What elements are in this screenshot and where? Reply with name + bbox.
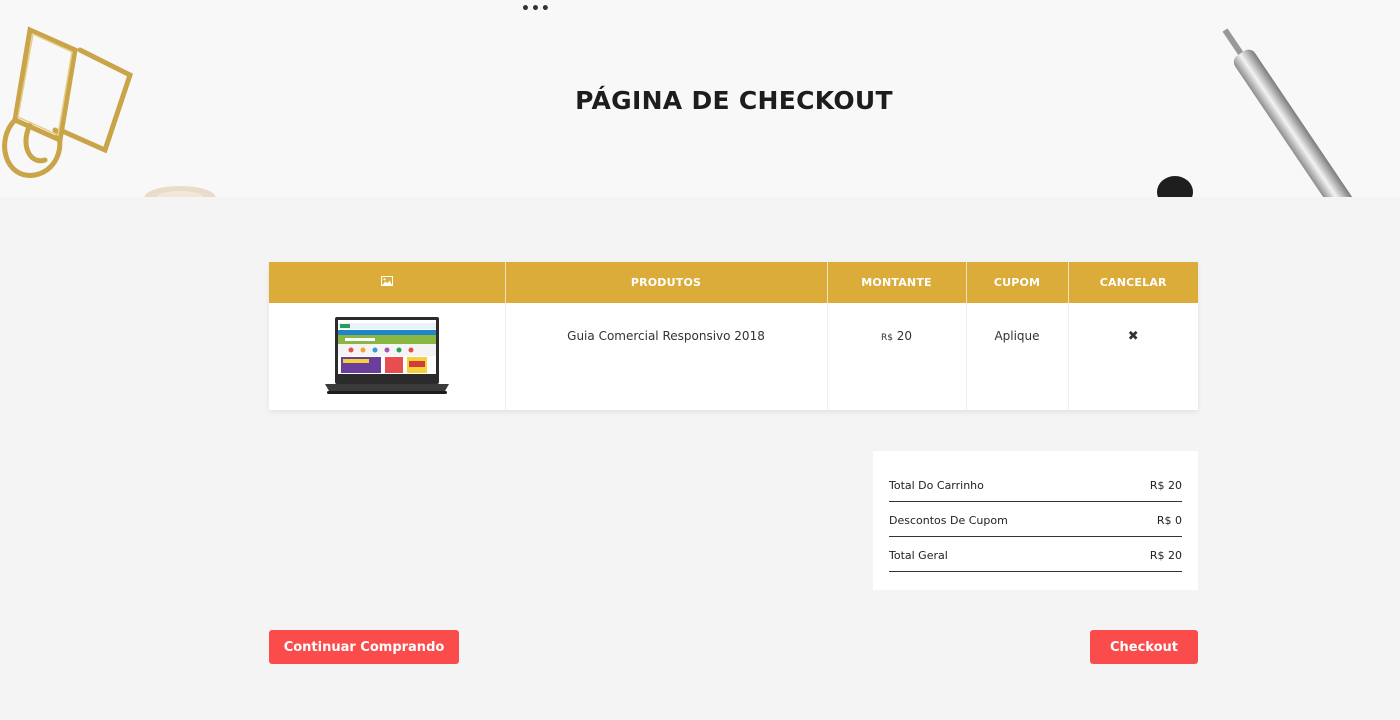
coupon-discount-row: Descontos De Cupom R$ 0: [889, 502, 1182, 537]
column-header-image: [269, 262, 506, 303]
cart-total-row: Total Do Carrinho R$ 20: [889, 451, 1182, 502]
product-name[interactable]: Guia Comercial Responsivo 2018: [567, 329, 765, 343]
menu-dots[interactable]: •••: [521, 2, 551, 16]
grand-total-value: R$ 20: [1149, 549, 1182, 562]
image-icon: [380, 276, 393, 286]
coupon-discount-label: Descontos De Cupom: [889, 514, 1008, 527]
pen-decoration: [1157, 28, 1365, 197]
currency-symbol: R$: [880, 333, 893, 343]
product-amount: 20: [896, 329, 913, 343]
product-name-cell: Guia Comercial Responsivo 2018: [505, 303, 828, 410]
order-totals-box: Total Do Carrinho R$ 20 Descontos De Cup…: [873, 451, 1198, 590]
remove-item-icon[interactable]: ✖: [1128, 329, 1139, 344]
cart-table: PRODUTOS MONTANTE CUPOM CANCELAR Guia Co…: [269, 262, 1198, 410]
product-amount-cell: R$ 20: [827, 303, 967, 410]
column-header-amount: MONTANTE: [827, 262, 967, 303]
product-thumbnail[interactable]: [324, 317, 449, 395]
table-row: Guia Comercial Responsivo 2018 R$ 20 Apl…: [269, 303, 1198, 410]
cancel-cell: ✖: [1068, 303, 1198, 410]
coupon-cell: Aplique: [966, 303, 1069, 410]
hero-banner: ••• PÁGINA DE CHECKOUT: [0, 0, 1400, 197]
tape-roll-decoration: [144, 186, 216, 197]
grand-total-label: Total Geral: [889, 549, 948, 562]
continue-shopping-button[interactable]: Continuar Comprando: [269, 630, 459, 664]
table-header-row: PRODUTOS MONTANTE CUPOM CANCELAR: [269, 262, 1198, 303]
cart-total-value: R$ 20: [1149, 479, 1182, 492]
coupon-discount-value: R$ 0: [1156, 514, 1182, 527]
checkout-button[interactable]: Checkout: [1090, 630, 1198, 664]
product-image-cell: [269, 303, 506, 410]
column-header-cancel: CANCELAR: [1068, 262, 1198, 303]
column-header-products: PRODUTOS: [505, 262, 828, 303]
column-header-coupon: CUPOM: [966, 262, 1069, 303]
cart-total-label: Total Do Carrinho: [889, 479, 984, 492]
apply-coupon-link[interactable]: Aplique: [994, 329, 1039, 343]
grand-total-row: Total Geral R$ 20: [889, 537, 1182, 572]
